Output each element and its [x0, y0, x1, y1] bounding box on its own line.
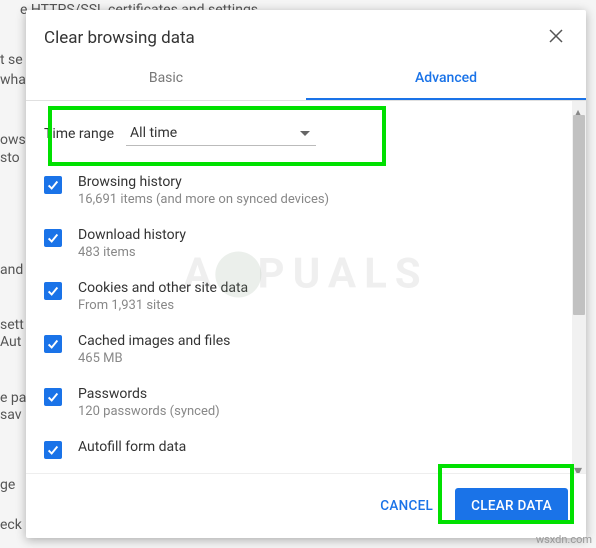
- chevron-down-icon: [300, 131, 310, 136]
- tabs: Basic Advanced: [26, 58, 586, 101]
- time-range-value: All time: [130, 125, 177, 141]
- clear-data-button[interactable]: CLEAR DATA: [455, 488, 568, 524]
- check-icon: [46, 337, 60, 351]
- item-subtitle: 16,691 items (and more on synced devices…: [78, 192, 329, 207]
- scroll-down-icon[interactable]: ▾: [574, 461, 584, 471]
- dialog-header: Clear browsing data: [26, 10, 586, 58]
- check-icon: [46, 390, 60, 404]
- item-title: Passwords: [78, 386, 220, 402]
- item-title: Cookies and other site data: [78, 280, 248, 296]
- check-icon: [46, 178, 60, 192]
- background-text: Aut: [0, 332, 21, 353]
- item-subtitle: 465 MB: [78, 351, 230, 366]
- background-text: t se: [0, 50, 23, 71]
- scrollbar-track[interactable]: ▴ ▾: [572, 101, 586, 473]
- clear-browsing-data-dialog: Clear browsing data Basic Advanced ▴ ▾ T…: [26, 10, 586, 538]
- background-text: and: [0, 260, 23, 281]
- background-text: ge: [0, 475, 15, 496]
- cancel-button[interactable]: CANCEL: [366, 488, 447, 524]
- close-icon: [548, 28, 564, 44]
- dialog-content: ▴ ▾ Time range All time Browsing history…: [26, 101, 586, 473]
- close-button[interactable]: [544, 24, 568, 52]
- item-text: Cookies and other site data From 1,931 si…: [78, 280, 248, 313]
- item-title: Autofill form data: [78, 439, 186, 455]
- background-text: eck: [0, 515, 22, 536]
- checkbox[interactable]: [44, 176, 62, 194]
- checkbox[interactable]: [44, 441, 62, 459]
- scroll-up-icon[interactable]: ▴: [574, 103, 584, 113]
- background-text: wha: [0, 70, 26, 91]
- dialog-title: Clear browsing data: [44, 28, 195, 48]
- dialog-footer: CANCEL CLEAR DATA: [26, 473, 586, 538]
- item-title: Browsing history: [78, 174, 329, 190]
- item-text: Autofill form data: [78, 439, 186, 455]
- check-icon: [46, 443, 60, 457]
- list-item: Download history 483 items: [44, 217, 566, 270]
- checkbox[interactable]: [44, 282, 62, 300]
- checkbox[interactable]: [44, 229, 62, 247]
- list-item: Browsing history 16,691 items (and more o…: [44, 164, 566, 217]
- time-range-row: Time range All time: [26, 101, 578, 164]
- item-subtitle: 120 passwords (synced): [78, 404, 220, 419]
- tab-basic[interactable]: Basic: [26, 58, 306, 100]
- checkbox[interactable]: [44, 388, 62, 406]
- item-text: Cached images and files 465 MB: [78, 333, 230, 366]
- time-range-select[interactable]: All time: [126, 121, 316, 146]
- time-range-label: Time range: [44, 126, 114, 142]
- check-icon: [46, 231, 60, 245]
- background-text: sto: [0, 148, 20, 169]
- item-text: Download history 483 items: [78, 227, 186, 260]
- attribution-text: wsxdn.com: [536, 533, 592, 546]
- background-text: sav: [0, 405, 22, 426]
- item-subtitle: From 1,931 sites: [78, 298, 248, 313]
- list-item: Cookies and other site data From 1,931 si…: [44, 270, 566, 323]
- scrollbar-thumb[interactable]: [573, 115, 585, 315]
- checkbox[interactable]: [44, 335, 62, 353]
- item-subtitle: 483 items: [78, 245, 186, 260]
- data-type-list: Browsing history 16,691 items (and more o…: [26, 164, 578, 469]
- item-title: Download history: [78, 227, 186, 243]
- list-item: Autofill form data: [44, 429, 566, 469]
- item-text: Browsing history 16,691 items (and more o…: [78, 174, 329, 207]
- item-text: Passwords 120 passwords (synced): [78, 386, 220, 419]
- item-title: Cached images and files: [78, 333, 230, 349]
- tab-advanced[interactable]: Advanced: [306, 58, 586, 100]
- list-item: Cached images and files 465 MB: [44, 323, 566, 376]
- check-icon: [46, 284, 60, 298]
- list-item: Passwords 120 passwords (synced): [44, 376, 566, 429]
